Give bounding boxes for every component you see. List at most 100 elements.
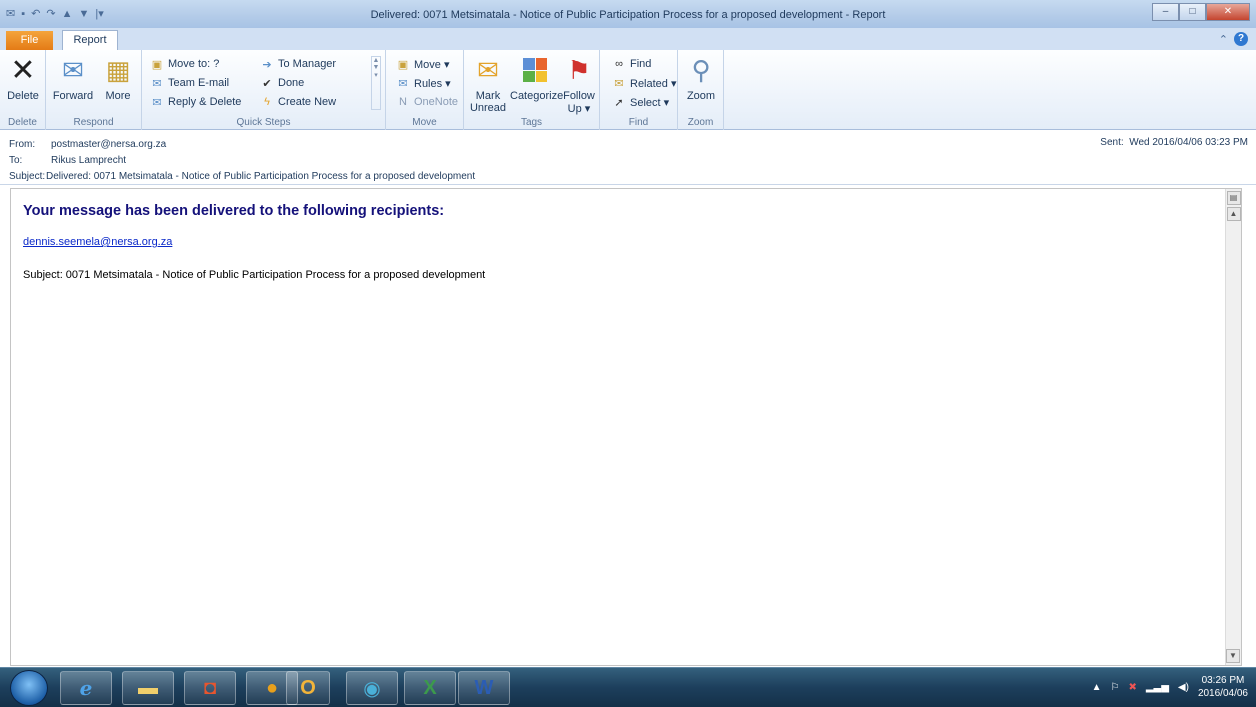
follow-up-label: Follow Up ▾ (563, 90, 595, 115)
find-button[interactable]: ∞ Find (612, 57, 651, 71)
tags-group: ✉ Mark Unread Categorize ⚑ Follow Up ▾ T… (464, 50, 600, 130)
quicklook-icon[interactable]: ◉ (346, 671, 398, 705)
move-group-label: Move (412, 117, 437, 128)
quicksteps-group: ▣ Move to: ? ✉ Team E-mail ✉ Reply & Del… (142, 50, 386, 130)
delivery-heading: Your message has been delivered to the f… (23, 203, 445, 219)
delivered-subject: Subject: 0071 Metsimatala - Notice of Pu… (23, 269, 486, 281)
system-tray: ▲ ⚐ ✖ ▂▃▅ ◀) 03:26 PM 2016/04/06 (1092, 674, 1248, 700)
red-flag-icon: ⚑ (567, 54, 591, 85)
tab-report[interactable]: Report (62, 30, 118, 50)
header-divider (0, 184, 1256, 185)
taskbar: e ▬ ◘ ● O ◉ X W ▲ ⚐ ✖ ▂▃▅ ◀) 03:26 PM 20… (0, 667, 1256, 707)
select-label: Select ▾ (630, 96, 670, 109)
from-value[interactable]: postmaster@nersa.org.za (51, 139, 166, 150)
show-hidden-icons-icon[interactable]: ▲ (1092, 682, 1102, 693)
forward-button[interactable]: ✉ Forward (50, 54, 96, 103)
clock[interactable]: 03:26 PM 2016/04/06 (1198, 674, 1248, 700)
follow-up-button[interactable]: ⚑ Follow Up ▾ (562, 54, 596, 116)
move-button[interactable]: ▣ Move ▾ (396, 57, 450, 71)
clock-date: 2016/04/06 (1197, 688, 1248, 699)
find-label: Find (630, 58, 652, 70)
forward-label: Forward (52, 90, 94, 102)
quickstep-label: Done (278, 77, 305, 89)
action-center-flag-icon[interactable]: ⚐ (1110, 682, 1119, 693)
folder-move-icon: ▣ (151, 58, 163, 71)
minimize-ribbon-icon[interactable]: ⌃ (1219, 33, 1228, 46)
delete-label: Delete (7, 90, 39, 102)
network-alert-icon[interactable]: ✖ (1128, 682, 1136, 693)
start-button[interactable] (10, 670, 48, 706)
quickstep-label: Reply & Delete (168, 96, 242, 108)
close-button[interactable]: ✕ (1206, 3, 1250, 21)
more-calendar-icon: ▦ (105, 54, 131, 85)
signal-bars-icon[interactable]: ▂▃▅ (1146, 682, 1169, 693)
more-button[interactable]: ▦ More (100, 54, 136, 103)
zoom-group: ⚲ Zoom Zoom (678, 50, 724, 130)
reply-delete-icon: ✉ (152, 96, 162, 109)
quickstep-move-to[interactable]: ▣ Move to: ? (150, 57, 220, 71)
to-value[interactable]: Rikus Lamprecht (51, 155, 126, 166)
onenote-button[interactable]: N OneNote (396, 95, 458, 109)
binoculars-icon: ∞ (615, 58, 623, 70)
window-controls: – □ ✕ (1152, 3, 1250, 21)
subject-value: Delivered: 0071 Metsimatala - Notice of … (46, 171, 476, 182)
recipient-link[interactable]: dennis.seemela@nersa.org.za (23, 236, 172, 248)
select-button[interactable]: ➚ Select ▾ (612, 95, 669, 109)
categorize-icon (519, 54, 551, 86)
help-icon[interactable]: ? (1234, 32, 1248, 46)
subject-row: Subject: Delivered: 0071 Metsimatala - N… (9, 171, 475, 182)
minimize-button[interactable]: – (1152, 3, 1179, 21)
quickstep-done[interactable]: ✔ Done (260, 76, 304, 90)
media-player-icon[interactable]: ◘ (184, 671, 236, 705)
quickstep-label: To Manager (278, 58, 337, 70)
scroll-tool-icon[interactable]: ▤ (1226, 191, 1241, 205)
delete-button[interactable]: ✕ Delete (6, 53, 40, 103)
related-button[interactable]: ✉ Related ▾ (612, 76, 676, 90)
quicksteps-scroll[interactable]: ▲ ▼ ▾ (371, 56, 381, 110)
move-group: ▣ Move ▾ ✉ Rules ▾ N OneNote Move (386, 50, 464, 130)
tab-right-controls: ⌃ ? (1219, 32, 1248, 46)
maximize-button[interactable]: □ (1179, 3, 1206, 21)
lightning-icon: ϟ (264, 96, 270, 108)
zoom-button[interactable]: ⚲ Zoom (682, 54, 720, 103)
title-bar: ✉ ▪ ↶ ↷ ▲ ▼ |▾ Delivered: 0071 Metsimata… (0, 0, 1256, 28)
tab-file[interactable]: File (6, 31, 53, 50)
tags-group-label: Tags (520, 117, 543, 128)
team-email-icon: ✉ (152, 77, 162, 90)
move-folder-icon: ▣ (397, 58, 409, 71)
quickstep-to-manager[interactable]: ➔ To Manager (260, 57, 336, 71)
ribbon-tabs: File Report ⌃ ? (0, 28, 1256, 50)
internet-explorer-icon[interactable]: e (60, 671, 112, 705)
to-row: To: Rikus Lamprecht (9, 155, 126, 166)
outlook-icon[interactable]: O (286, 671, 330, 705)
quickstep-reply-delete[interactable]: ✉ Reply & Delete (150, 95, 241, 109)
quickstep-team-email[interactable]: ✉ Team E-mail (150, 76, 229, 90)
file-explorer-icon[interactable]: ▬ (122, 671, 174, 705)
message-body: Your message has been delivered to the f… (10, 188, 1242, 666)
mark-unread-button[interactable]: ✉ Mark Unread (468, 54, 508, 115)
subject-label: Subject: (9, 171, 46, 182)
onenote-label: OneNote (414, 96, 459, 108)
find-group: ∞ Find ✉ Related ▾ ➚ Select ▾ Find (600, 50, 678, 130)
quicksteps-group-label: Quick Steps (236, 117, 291, 128)
scroll-up-arrow-icon[interactable]: ▲ (1226, 207, 1241, 221)
rules-icon: ✉ (398, 77, 408, 90)
volume-icon[interactable]: ◀) (1178, 682, 1189, 693)
delete-group-label: Delete (8, 117, 37, 128)
quickstep-label: Create New (278, 96, 337, 108)
vertical-scrollbar[interactable]: ▤ ▲ ▼ (1225, 189, 1241, 665)
quickstep-create-new[interactable]: ϟ Create New (260, 95, 336, 109)
respond-group-label: Respond (73, 117, 114, 128)
delete-x-icon: ✕ (10, 53, 36, 87)
rules-button[interactable]: ✉ Rules ▾ (396, 76, 450, 90)
categorize-button[interactable]: Categorize (510, 54, 563, 102)
excel-icon[interactable]: X (404, 671, 456, 705)
scroll-down-arrow-icon[interactable]: ▼ (1226, 649, 1240, 663)
window-title: Delivered: 0071 Metsimatala - Notice of … (370, 9, 886, 21)
cursor-icon: ➚ (614, 96, 624, 109)
sent-label: Sent: (1100, 137, 1124, 148)
word-icon[interactable]: W (458, 671, 510, 705)
clock-time: 03:26 PM (1201, 675, 1245, 686)
to-manager-icon: ➔ (262, 58, 272, 71)
from-row: From: postmaster@nersa.org.za (9, 139, 166, 150)
